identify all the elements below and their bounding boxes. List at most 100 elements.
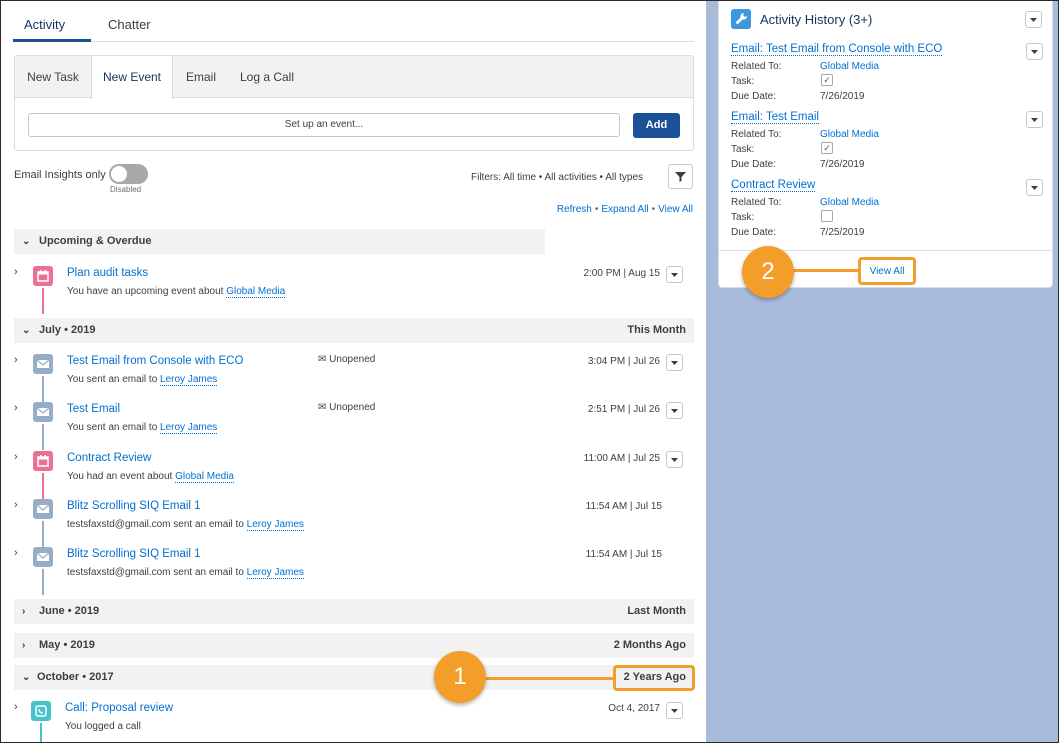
card-title: Activity History (3+) [760,12,873,27]
item-description: You sent an email to Leroy James [67,422,218,434]
history-item-title[interactable]: Contract Review [731,179,816,192]
timeline-item: › Plan audit tasks You have an upcoming … [14,266,694,314]
tab-activity[interactable]: Activity [24,17,65,32]
item-menu-button[interactable] [666,354,683,371]
section-relative-date: Last Month [627,605,686,617]
section-may-2019[interactable]: › May • 2019 2 Months Ago [14,633,694,658]
item-menu-button[interactable] [666,451,683,468]
item-title[interactable]: Test Email from Console with ECO [67,355,243,367]
item-title[interactable]: Contract Review [67,452,151,464]
filter-button[interactable] [668,164,693,189]
item-menu-button[interactable] [666,702,683,719]
history-item-title[interactable]: Email: Test Email from Console with ECO [731,43,943,56]
related-link[interactable]: Leroy James [160,374,218,386]
timeline-item: › Blitz Scrolling SIQ Email 1 testsfaxst… [14,547,694,595]
task-checkbox-empty [821,210,833,222]
history-item-title[interactable]: Email: Test Email [731,111,819,124]
item-menu-button[interactable] [666,402,683,419]
item-title[interactable]: Blitz Scrolling SIQ Email 1 [67,548,201,560]
chevron-right-icon: › [22,606,26,617]
event-input[interactable]: Set up an event... [28,113,620,137]
active-tab-indicator [13,39,91,42]
callout-badge-1: 1 [434,651,486,703]
chevron-right-icon[interactable]: › [14,701,18,713]
activity-composer: New Task New Event Email Log a Call Set … [14,55,694,151]
related-link[interactable]: Leroy James [160,422,218,434]
section-july-2019[interactable]: ⌄ July • 2019 This Month [14,318,694,343]
composer-tab-log-a-call[interactable]: Log a Call [229,56,305,98]
tab-chatter[interactable]: Chatter [108,17,151,32]
chevron-right-icon[interactable]: › [14,402,18,414]
chevron-right-icon[interactable]: › [14,354,18,366]
related-link[interactable]: Global Media [175,471,234,483]
history-item: Email: Test Email from Console with ECO … [731,43,1043,109]
refresh-link[interactable]: Refresh [557,204,592,215]
related-label: Related To: [731,61,782,72]
task-checkbox: ✓ [821,74,833,86]
history-view-all-link[interactable]: View All [861,266,913,277]
timeline-connector [42,569,44,595]
history-item-menu[interactable] [1026,43,1043,60]
main-tabs: Activity Chatter [13,1,694,42]
item-timestamp: 11:54 AM | Jul 15 [585,501,662,512]
due-value: 7/25/2019 [820,227,865,238]
item-title[interactable]: Test Email [67,403,120,415]
view-all-highlight: View All [858,257,916,285]
task-label: Task: [731,76,755,87]
chevron-down-icon [1031,186,1038,190]
item-title[interactable]: Plan audit tasks [67,267,148,279]
related-value[interactable]: Global Media [820,129,879,140]
expand-all-link[interactable]: Expand All [601,204,648,215]
due-value: 7/26/2019 [820,91,865,102]
item-timestamp: 11:54 AM | Jul 15 [585,549,662,560]
item-menu-button[interactable] [666,266,683,283]
history-item: Email: Test Email Related To: Global Med… [731,111,1043,177]
item-title[interactable]: Blitz Scrolling SIQ Email 1 [67,500,201,512]
envelope-icon: ✉ [318,402,327,413]
task-checkbox: ✓ [821,142,833,154]
call-icon [31,701,51,721]
composer-tab-new-event[interactable]: New Event [91,56,173,99]
related-value[interactable]: Global Media [820,197,879,208]
timeline-item: › Call: Proposal review You logged a cal… [14,701,694,742]
item-title[interactable]: Call: Proposal review [65,702,173,714]
email-icon [33,499,53,519]
section-june-2019[interactable]: › June • 2019 Last Month [14,599,694,624]
related-link[interactable]: Leroy James [246,519,304,531]
email-icon [33,547,53,567]
chevron-down-icon: ⌄ [22,236,31,247]
chevron-right-icon[interactable]: › [14,451,18,463]
years-ago-highlight [613,665,695,691]
view-all-link[interactable]: View All [658,204,693,215]
related-link[interactable]: Leroy James [246,567,304,579]
due-label: Due Date: [731,91,777,102]
callout-connector-1 [481,677,614,680]
history-item-menu[interactable] [1026,179,1043,196]
composer-tab-new-task[interactable]: New Task [15,56,91,98]
chevron-down-icon [671,709,678,713]
chevron-right-icon[interactable]: › [14,547,18,559]
chevron-down-icon [671,273,678,277]
item-timestamp: 2:51 PM | Jul 26 [587,404,660,415]
chevron-down-icon [1031,50,1038,54]
email-insights-toggle[interactable] [109,164,148,184]
chevron-down-icon [1030,18,1037,22]
chevron-right-icon[interactable]: › [14,499,18,511]
email-status: ✉ Unopened [318,402,376,413]
section-title: Upcoming & Overdue [39,235,152,247]
composer-tab-email[interactable]: Email [173,56,229,98]
due-label: Due Date: [731,159,777,170]
timeline-item: › Blitz Scrolling SIQ Email 1 testsfaxst… [14,499,694,547]
add-button[interactable]: Add [633,113,680,138]
card-menu-button[interactable] [1025,11,1042,28]
related-value[interactable]: Global Media [820,61,879,72]
related-link[interactable]: Global Media [226,286,286,298]
email-insights-label: Email Insights only [14,169,106,181]
history-item-menu[interactable] [1026,111,1043,128]
chevron-right-icon[interactable]: › [14,266,18,278]
timeline-item: › Contract Review You had an event about… [14,451,694,499]
history-item: Contract Review Related To: Global Media… [731,179,1043,245]
section-upcoming[interactable]: ⌄ Upcoming & Overdue [14,229,545,254]
item-description: testsfaxstd@gmail.com sent an email to L… [67,519,304,531]
chevron-down-icon [671,361,678,365]
